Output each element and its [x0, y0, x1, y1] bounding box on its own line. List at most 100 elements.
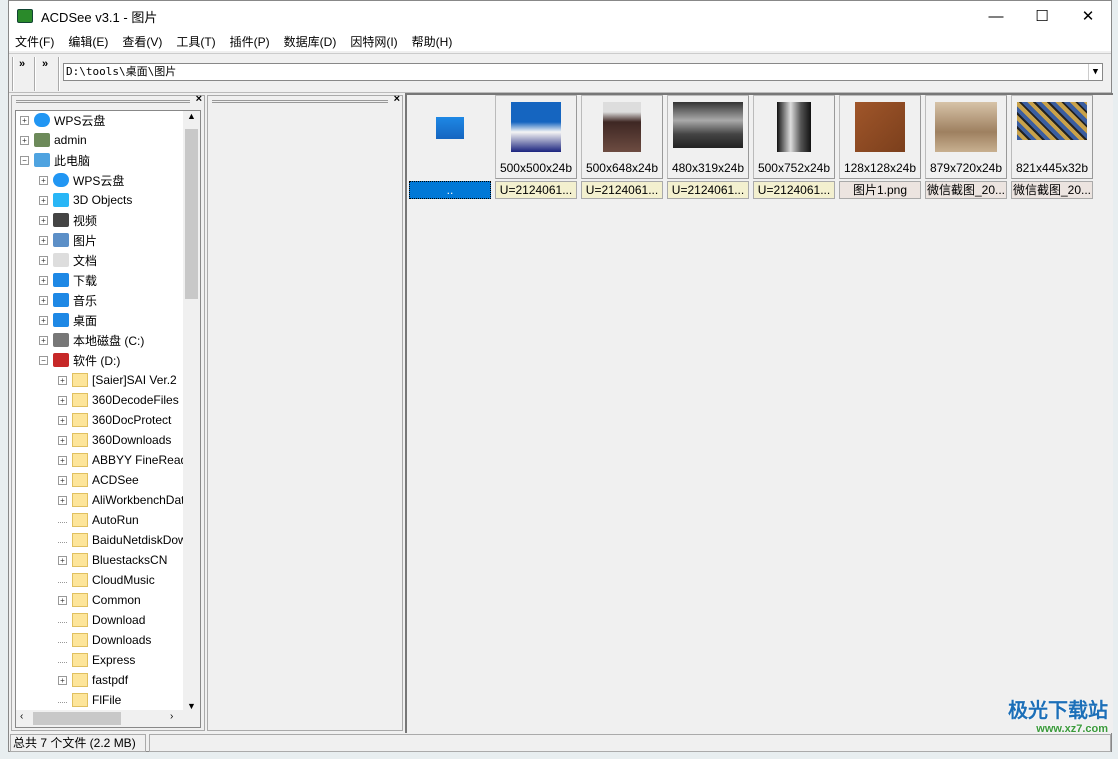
expand-toggle[interactable]: + [39, 255, 48, 265]
expand-toggle[interactable]: + [58, 375, 67, 385]
menu-help[interactable]: 帮助(H) [412, 33, 453, 50]
tree-item[interactable]: + AliWorkbenchData [58, 490, 191, 510]
menu-tools[interactable]: 工具(T) [176, 33, 215, 50]
toolbar-chevron-1[interactable]: » [19, 58, 25, 70]
expand-toggle[interactable]: + [20, 115, 29, 125]
expand-toggle[interactable]: + [58, 395, 67, 405]
address-dropdown-button[interactable]: ▼ [1088, 64, 1102, 80]
file-name-label[interactable]: 微信截图_20... [925, 181, 1007, 199]
minimize-button[interactable]: — [973, 1, 1019, 31]
scrollbar-thumb[interactable] [185, 129, 198, 299]
tree-item[interactable]: Downloads [58, 630, 151, 650]
tree-item[interactable]: BaiduNetdiskDownload [58, 530, 200, 550]
tree-item[interactable]: + fastpdf [58, 670, 128, 690]
tree-item[interactable]: + 视频 [39, 210, 97, 230]
tree-item[interactable]: + 音乐 [39, 290, 97, 310]
expand-toggle[interactable]: − [39, 355, 48, 365]
tree-item[interactable]: + Common [58, 590, 141, 610]
expand-toggle[interactable] [58, 638, 67, 643]
expand-toggle[interactable]: + [58, 555, 67, 565]
maximize-button[interactable]: ☐ [1019, 1, 1065, 31]
expand-toggle[interactable]: − [20, 155, 29, 165]
expand-toggle[interactable]: + [58, 455, 67, 465]
file-name-label[interactable]: 微信截图_20... [1011, 181, 1093, 199]
menu-view[interactable]: 查看(V) [122, 33, 162, 50]
expand-toggle[interactable]: + [58, 675, 67, 685]
tree-item[interactable]: + WPS云盘 [20, 111, 105, 130]
pane-grip[interactable] [212, 100, 388, 103]
tree-item[interactable]: − 软件 (D:) [39, 350, 120, 370]
tree-item[interactable]: +3D Objects [39, 190, 132, 210]
file-name-label[interactable]: U=2124061... [753, 181, 835, 199]
menu-edit[interactable]: 编辑(E) [68, 33, 108, 50]
tree-item[interactable]: + 文档 [39, 250, 97, 270]
tree-item[interactable]: +360Downloads [58, 430, 171, 450]
file-thumbnail[interactable]: 480x319x24b [667, 95, 749, 179]
tree-item[interactable]: + 桌面 [39, 310, 97, 330]
tree-item[interactable]: + ABBYY FineReader [58, 450, 198, 470]
pane-close-button[interactable]: × [394, 93, 400, 105]
menu-database[interactable]: 数据库(D) [284, 33, 337, 50]
file-name-label[interactable]: 图片1.png [839, 181, 921, 199]
toolbar-grip[interactable] [58, 57, 60, 91]
toolbar-grip[interactable] [34, 57, 36, 91]
menu-file[interactable]: 文件(F) [15, 33, 54, 50]
menu-internet[interactable]: 因特网(I) [350, 33, 397, 50]
pane-close-button[interactable]: × [196, 93, 202, 105]
tree-item[interactable]: + WPS云盘 [39, 170, 124, 190]
expand-toggle[interactable]: + [58, 495, 67, 505]
close-button[interactable]: ✕ [1065, 1, 1111, 31]
expand-toggle[interactable]: + [58, 595, 67, 605]
expand-toggle[interactable] [58, 518, 67, 523]
expand-toggle[interactable]: + [58, 415, 67, 425]
tree-item[interactable]: CloudMusic [58, 570, 155, 590]
tree-horizontal-scrollbar[interactable]: ‹ › [16, 710, 200, 727]
expand-toggle[interactable]: + [39, 275, 48, 285]
file-thumbnail[interactable]: 128x128x24b [839, 95, 921, 179]
toolbar-grip[interactable] [12, 57, 14, 91]
tree-item[interactable]: +360DocProtect [58, 410, 171, 430]
tree-item[interactable]: + admin [20, 130, 87, 150]
tree-item[interactable]: + ACDSee [58, 470, 139, 490]
expand-toggle[interactable] [58, 578, 67, 583]
file-name-label[interactable]: U=2124061... [495, 181, 577, 199]
expand-toggle[interactable]: + [58, 475, 67, 485]
expand-toggle[interactable]: + [39, 175, 48, 185]
tree-item[interactable]: + 下载 [39, 270, 97, 290]
file-thumbnail[interactable]: 879x720x24b [925, 95, 1007, 179]
scrollbar-thumb[interactable] [33, 712, 121, 725]
expand-toggle[interactable]: + [39, 315, 48, 325]
expand-toggle[interactable]: + [58, 435, 67, 445]
expand-toggle[interactable]: + [39, 235, 48, 245]
file-name-label[interactable]: .. [409, 181, 491, 199]
file-thumbnail[interactable]: 821x445x32b [1011, 95, 1093, 179]
file-name-label[interactable]: U=2124061... [667, 181, 749, 199]
tree-item[interactable]: FlFile [58, 690, 121, 710]
expand-toggle[interactable]: + [39, 335, 48, 345]
tree-item[interactable]: AutoRun [58, 510, 139, 530]
file-name-label[interactable]: U=2124061... [581, 181, 663, 199]
tree-item[interactable]: + BluestacksCN [58, 550, 167, 570]
expand-toggle[interactable]: + [39, 295, 48, 305]
tree-item[interactable]: + [Saier]SAI Ver.2 [58, 370, 177, 390]
expand-toggle[interactable]: + [39, 195, 48, 205]
pane-grip[interactable] [16, 100, 190, 103]
tree-vertical-scrollbar[interactable]: ▲ ▼ [183, 111, 200, 711]
file-thumbnail[interactable]: 500x648x24b [581, 95, 663, 179]
expand-toggle[interactable] [58, 618, 67, 623]
expand-toggle[interactable] [58, 698, 67, 703]
tree-item[interactable]: + 图片 [39, 230, 97, 250]
expand-toggle[interactable]: + [20, 135, 29, 145]
address-bar[interactable]: D:\tools\桌面\图片 ▼ [63, 63, 1103, 81]
tree-item[interactable]: Express [58, 650, 135, 670]
tree-item[interactable]: + 本地磁盘 (C:) [39, 330, 144, 350]
file-thumbnail[interactable] [409, 95, 491, 179]
file-thumbnail[interactable]: 500x752x24b [753, 95, 835, 179]
tree-item[interactable]: Download [58, 610, 145, 630]
menu-plugins[interactable]: 插件(P) [230, 33, 270, 50]
expand-toggle[interactable] [58, 538, 67, 543]
expand-toggle[interactable] [58, 658, 67, 663]
tree-item[interactable]: +360DecodeFiles [58, 390, 179, 410]
file-thumbnail[interactable]: 500x500x24b [495, 95, 577, 179]
expand-toggle[interactable]: + [39, 215, 48, 225]
